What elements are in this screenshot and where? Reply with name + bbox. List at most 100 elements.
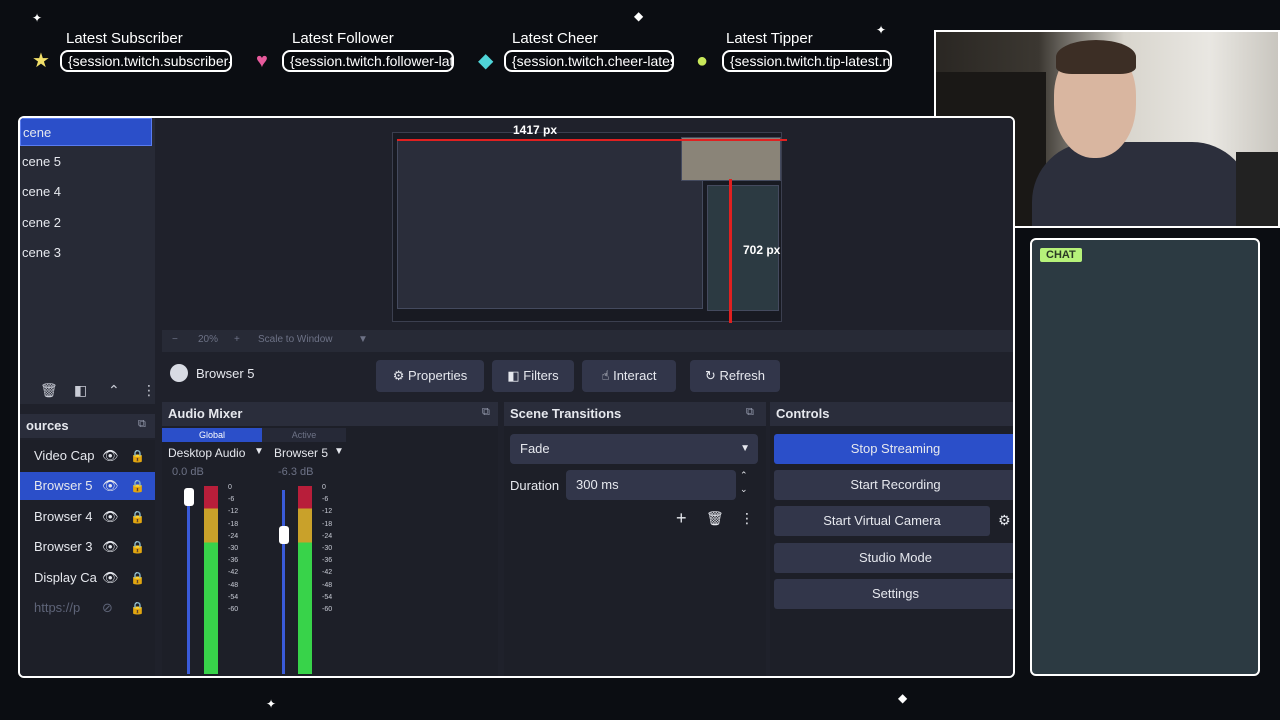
lock-icon[interactable]: 🔒 (130, 533, 145, 561)
sparkle-decoration: ✦ (32, 11, 43, 25)
controls-title: Controls (770, 402, 1013, 426)
duration-input[interactable]: 300 ms (566, 470, 736, 500)
trash-icon[interactable]: 🗑 (40, 382, 58, 399)
add-icon[interactable]: + (676, 508, 687, 529)
lock-icon[interactable]: 🔒 (130, 564, 145, 592)
level-meter (298, 486, 312, 674)
eye-icon[interactable]: 👁 (102, 564, 119, 592)
browser-source-icon (170, 364, 188, 382)
start-virtual-camera-button[interactable]: Start Virtual Camera (774, 506, 990, 536)
source-label: Browser 5 (34, 478, 93, 493)
source-label: https://p (34, 600, 81, 615)
source-item[interactable]: Browser 3 👁 🔒 (20, 533, 155, 561)
filters-button[interactable]: ◧ Filters (492, 360, 574, 392)
source-toolbar: Browser 5 ⚙ Properties ◧ Filters ☝ Inter… (162, 352, 1013, 398)
lock-icon[interactable]: 🔒 (130, 503, 145, 531)
source-item[interactable]: Browser 4 👁 🔒 (20, 503, 155, 531)
tick-label: -54 (228, 593, 239, 601)
spin-up-icon[interactable]: ⌃ (740, 470, 748, 481)
start-recording-button[interactable]: Start Recording (774, 470, 1013, 500)
sparkle-decoration: ◆ (898, 691, 908, 705)
alert-value: {session.twitch.cheer-latest.name} (504, 50, 674, 72)
more-icon[interactable]: ⋮ (142, 382, 156, 399)
tick-label: -42 (322, 569, 333, 577)
transition-select[interactable]: Fade ▼ (510, 434, 758, 464)
tick-label: -48 (228, 581, 239, 589)
source-item[interactable]: Display Ca 👁 🔒 (20, 564, 155, 592)
scene-item[interactable]: cene 2 (20, 209, 152, 237)
chevron-down-icon[interactable]: ▼ (334, 446, 344, 457)
refresh-button[interactable]: ↻ Refresh (690, 360, 780, 392)
bounding-line (397, 139, 787, 141)
studio-mode-button[interactable]: Studio Mode (774, 543, 1013, 573)
obs-window: cene cene 5 cene 4 cene 2 cene 3 1417 px… (18, 116, 1015, 678)
scale-mode[interactable]: Scale to Window (258, 334, 332, 345)
source-item[interactable]: Video Cap 👁 🔒 (20, 442, 155, 470)
height-measure: 702 px (743, 243, 781, 257)
sources-dock-title: ources (20, 414, 155, 438)
zoom-in-button[interactable]: + (234, 334, 240, 345)
properties-button[interactable]: ⚙ Properties (376, 360, 484, 392)
preview-canvas[interactable]: 1417 px 702 px (162, 118, 1013, 328)
alert-title: Latest Subscriber (66, 30, 183, 47)
chevron-down-icon[interactable]: ▼ (254, 446, 264, 457)
stop-streaming-button[interactable]: Stop Streaming (774, 434, 1013, 464)
tab-global[interactable]: Global (162, 428, 262, 442)
scene-item[interactable]: cene 4 (20, 178, 152, 206)
filter-icon[interactable]: ◧ (74, 382, 87, 399)
settings-button[interactable]: Settings (774, 579, 1013, 609)
chat-label: CHAT (1040, 248, 1082, 262)
source-item[interactable]: https://p ⊘ 🔒 (20, 594, 155, 622)
preview-output: 1417 px 702 px (392, 123, 787, 323)
eye-icon[interactable]: 👁 (102, 442, 119, 470)
zoom-out-button[interactable]: − (172, 334, 178, 345)
tick-label: 0 (322, 484, 326, 491)
audio-mixer-title: Audio Mixer (162, 402, 498, 426)
tick-label: -18 (228, 520, 239, 528)
eye-hidden-icon[interactable]: ⊘ (102, 594, 113, 622)
channel-db: 0.0 dB (172, 466, 204, 478)
interact-label: Interact (613, 368, 657, 383)
meter-ticks: 0 -6 -12 -18 -24 -30 -36 -42 -48 -54 -60 (322, 482, 332, 616)
scene-item[interactable]: cene 5 (20, 148, 152, 176)
lock-icon[interactable]: 🔒 (130, 442, 145, 470)
dock-popout-icon[interactable]: ⧉ (482, 406, 490, 419)
eye-icon[interactable]: 👁 (102, 472, 119, 500)
tab-active[interactable]: Active (262, 428, 346, 442)
chevron-down-icon[interactable]: ▼ (358, 334, 368, 345)
lock-icon[interactable]: 🔒 (130, 472, 145, 500)
lock-icon[interactable]: 🔒 (130, 594, 145, 622)
fader-knob[interactable] (279, 526, 289, 544)
trash-icon[interactable]: 🗑 (706, 510, 724, 527)
fader-knob[interactable] (184, 488, 194, 506)
scenes-list: cene cene 5 cene 4 cene 2 cene 3 (20, 118, 155, 380)
volume-fader[interactable] (187, 490, 190, 674)
chevron-up-icon[interactable]: ⌃ (108, 382, 120, 399)
sparkle-decoration: ✦ (266, 697, 277, 711)
tick-label: -6 (228, 496, 235, 504)
dock-popout-icon[interactable]: ⧉ (746, 406, 754, 419)
dock-popout-icon[interactable]: ⧉ (138, 418, 146, 431)
tick-label: -12 (228, 508, 239, 516)
tick-label: -60 (228, 606, 239, 614)
more-icon[interactable]: ⋮ (740, 510, 754, 527)
coin-icon: ● (696, 50, 709, 72)
scene-item[interactable]: cene (20, 118, 152, 146)
volume-fader[interactable] (282, 490, 285, 674)
mixer-tabs: Global Active (162, 428, 346, 442)
scene-item[interactable]: cene 3 (20, 239, 152, 267)
eye-icon[interactable]: 👁 (102, 503, 119, 531)
interact-button[interactable]: ☝ Interact (582, 360, 676, 392)
tick-label: -60 (322, 606, 333, 614)
webcam-person-body (1032, 142, 1252, 226)
spin-down-icon[interactable]: ⌄ (740, 484, 748, 495)
selected-source-name: Browser 5 (196, 366, 255, 381)
alert-title: Latest Cheer (512, 30, 598, 47)
heart-icon: ♥ (256, 50, 268, 72)
width-measure: 1417 px (513, 123, 558, 137)
gear-icon[interactable]: ⚙ (998, 512, 1011, 529)
eye-icon[interactable]: 👁 (102, 533, 119, 561)
source-item[interactable]: Browser 5 👁 🔒 (20, 472, 155, 500)
filters-label: Filters (523, 368, 559, 383)
tick-label: -36 (228, 557, 239, 565)
